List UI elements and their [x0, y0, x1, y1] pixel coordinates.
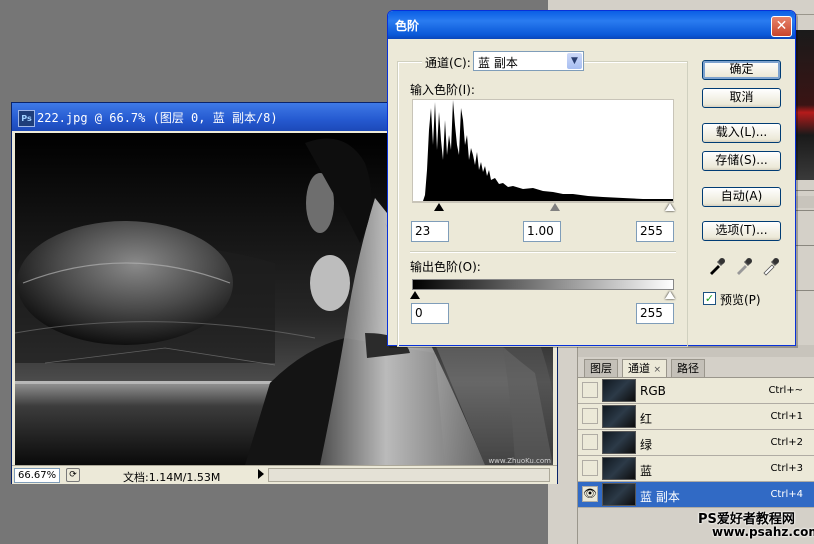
load-button[interactable]: 载入(L)...: [702, 123, 781, 143]
site-watermark-url: www.psahz.com: [712, 525, 814, 539]
channel-shortcut: Ctrl+1: [770, 411, 803, 422]
histogram: [412, 99, 674, 202]
channel-select-value: 蓝 副本: [478, 56, 518, 70]
channel-select[interactable]: 蓝 副本 ▼: [473, 51, 584, 71]
tab-close-icon[interactable]: ×: [654, 365, 662, 375]
document-title: 222.jpg @ 66.7% (图层 0, 蓝 副本/8): [37, 111, 278, 125]
output-black-slider[interactable]: [410, 291, 420, 299]
chevron-down-icon[interactable]: ▼: [567, 53, 582, 69]
input-white-slider[interactable]: [665, 203, 675, 211]
input-black-field[interactable]: 23: [411, 221, 449, 242]
channel-row-green[interactable]: 绿 Ctrl+2: [578, 430, 814, 456]
zoom-field[interactable]: 66.67%: [14, 468, 60, 483]
channel-shortcut: Ctrl+~: [768, 385, 803, 396]
close-button[interactable]: ✕: [771, 16, 792, 37]
ok-button[interactable]: 确定: [702, 60, 781, 80]
input-gamma-field[interactable]: 1.00: [523, 221, 561, 242]
navigator-thumbnail: [795, 30, 814, 180]
visibility-toggle[interactable]: [582, 434, 598, 450]
slider-track: [412, 202, 674, 203]
visibility-toggle[interactable]: [582, 408, 598, 424]
auto-button[interactable]: 自动(A): [702, 187, 781, 207]
channel-thumbnail: [602, 457, 636, 480]
histogram-graph: [413, 100, 673, 201]
channel-label: 通道(C):: [422, 54, 474, 71]
eye-icon[interactable]: 👁: [582, 486, 598, 502]
channel-shortcut: Ctrl+4: [770, 489, 803, 500]
channel-thumbnail: [602, 483, 636, 506]
output-levels-label: 输出色阶(O):: [410, 260, 481, 274]
gray-eyedropper-icon[interactable]: [733, 255, 755, 277]
channel-name: 蓝: [640, 464, 653, 478]
section-divider: [410, 251, 676, 252]
channel-shortcut: Ctrl+2: [770, 437, 803, 448]
tab-channels[interactable]: 通道 ×: [622, 359, 668, 377]
input-gamma-slider[interactable]: [550, 203, 560, 211]
channel-shortcut: Ctrl+3: [770, 463, 803, 474]
preview-label: 预览(P): [720, 293, 761, 307]
channel-row-rgb[interactable]: RGB Ctrl+~: [578, 378, 814, 404]
preview-checkbox[interactable]: ✓: [703, 292, 716, 305]
white-eyedropper-icon[interactable]: [760, 255, 782, 277]
dialog-title-bar[interactable]: 色阶 ✕: [388, 11, 795, 39]
input-black-slider[interactable]: [434, 203, 444, 211]
channel-name: 红: [640, 412, 653, 426]
document-size: 文档:1.14M/1.53M: [123, 471, 221, 484]
output-black-field[interactable]: 0: [411, 303, 449, 324]
channel-name: 绿: [640, 438, 653, 452]
channel-thumbnail: [602, 379, 636, 402]
tab-paths[interactable]: 路径: [671, 359, 705, 377]
input-levels-label: 输入色阶(I):: [410, 83, 475, 97]
channel-thumbnail: [602, 431, 636, 454]
input-white-field[interactable]: 255: [636, 221, 674, 242]
dialog-title: 色阶: [395, 19, 420, 33]
status-bar: 66.67% ⟳ 文档:1.14M/1.53M: [12, 465, 557, 484]
options-button[interactable]: 选项(T)...: [702, 221, 781, 241]
output-white-slider[interactable]: [665, 291, 675, 299]
visibility-toggle[interactable]: [582, 460, 598, 476]
channel-row-blue[interactable]: 蓝 Ctrl+3: [578, 456, 814, 482]
channel-row-blue-copy[interactable]: 👁 蓝 副本 Ctrl+4: [578, 482, 814, 508]
tab-layers[interactable]: 图层: [584, 359, 618, 377]
zoom-value: 66.67%: [18, 470, 57, 481]
channel-name: RGB: [640, 384, 666, 398]
visibility-toggle[interactable]: [582, 382, 598, 398]
channel-thumbnail: [602, 405, 636, 428]
output-white-field[interactable]: 255: [636, 303, 674, 324]
photoshop-icon: Ps: [18, 110, 35, 127]
save-button[interactable]: 存储(S)...: [702, 151, 781, 171]
output-gradient: [412, 279, 674, 290]
black-eyedropper-icon[interactable]: [706, 255, 728, 277]
status-arrow-icon[interactable]: [258, 469, 264, 479]
status-menu-icon[interactable]: ⟳: [66, 468, 80, 482]
horizontal-scrollbar[interactable]: [268, 468, 550, 482]
channel-row-red[interactable]: 红 Ctrl+1: [578, 404, 814, 430]
cancel-button[interactable]: 取消: [702, 88, 781, 108]
channel-name: 蓝 副本: [640, 490, 680, 504]
levels-dialog[interactable]: 色阶 ✕ 通道(C): 蓝 副本 ▼ 输入色阶(I): 23 1.00 255 …: [387, 10, 796, 347]
watermark-text: www.ZhuoKu.com: [488, 457, 551, 465]
